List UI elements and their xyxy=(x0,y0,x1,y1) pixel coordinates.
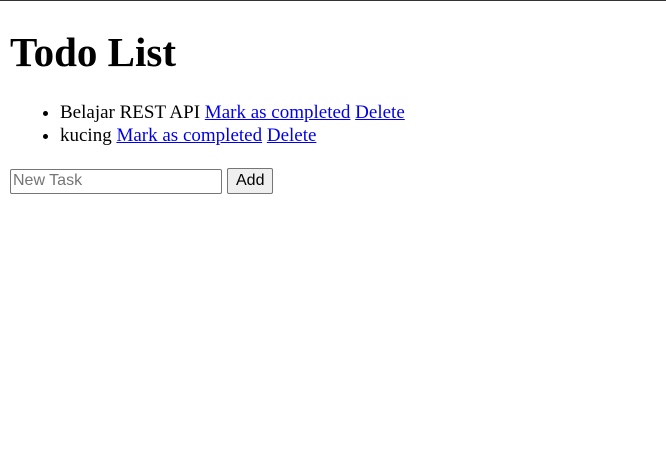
todo-item: Belajar REST API Mark as completed Delet… xyxy=(60,101,405,124)
delete-link[interactable]: Delete xyxy=(267,125,317,146)
mark-completed-link[interactable]: Mark as completed xyxy=(116,125,262,146)
todo-item: kucing Mark as completed Delete xyxy=(60,124,405,147)
todo-list: Belajar REST API Mark as completed Delet… xyxy=(10,101,405,147)
mark-completed-link[interactable]: Mark as completed xyxy=(205,102,351,123)
page-title: Todo List xyxy=(10,29,176,75)
todo-text: kucing xyxy=(60,125,112,146)
add-button[interactable]: Add xyxy=(227,168,274,194)
new-task-input[interactable] xyxy=(10,168,222,194)
todo-text: Belajar REST API xyxy=(60,102,201,123)
delete-link[interactable]: Delete xyxy=(355,102,405,123)
add-task-form: Add xyxy=(10,168,274,194)
window-top-border xyxy=(0,0,666,1)
